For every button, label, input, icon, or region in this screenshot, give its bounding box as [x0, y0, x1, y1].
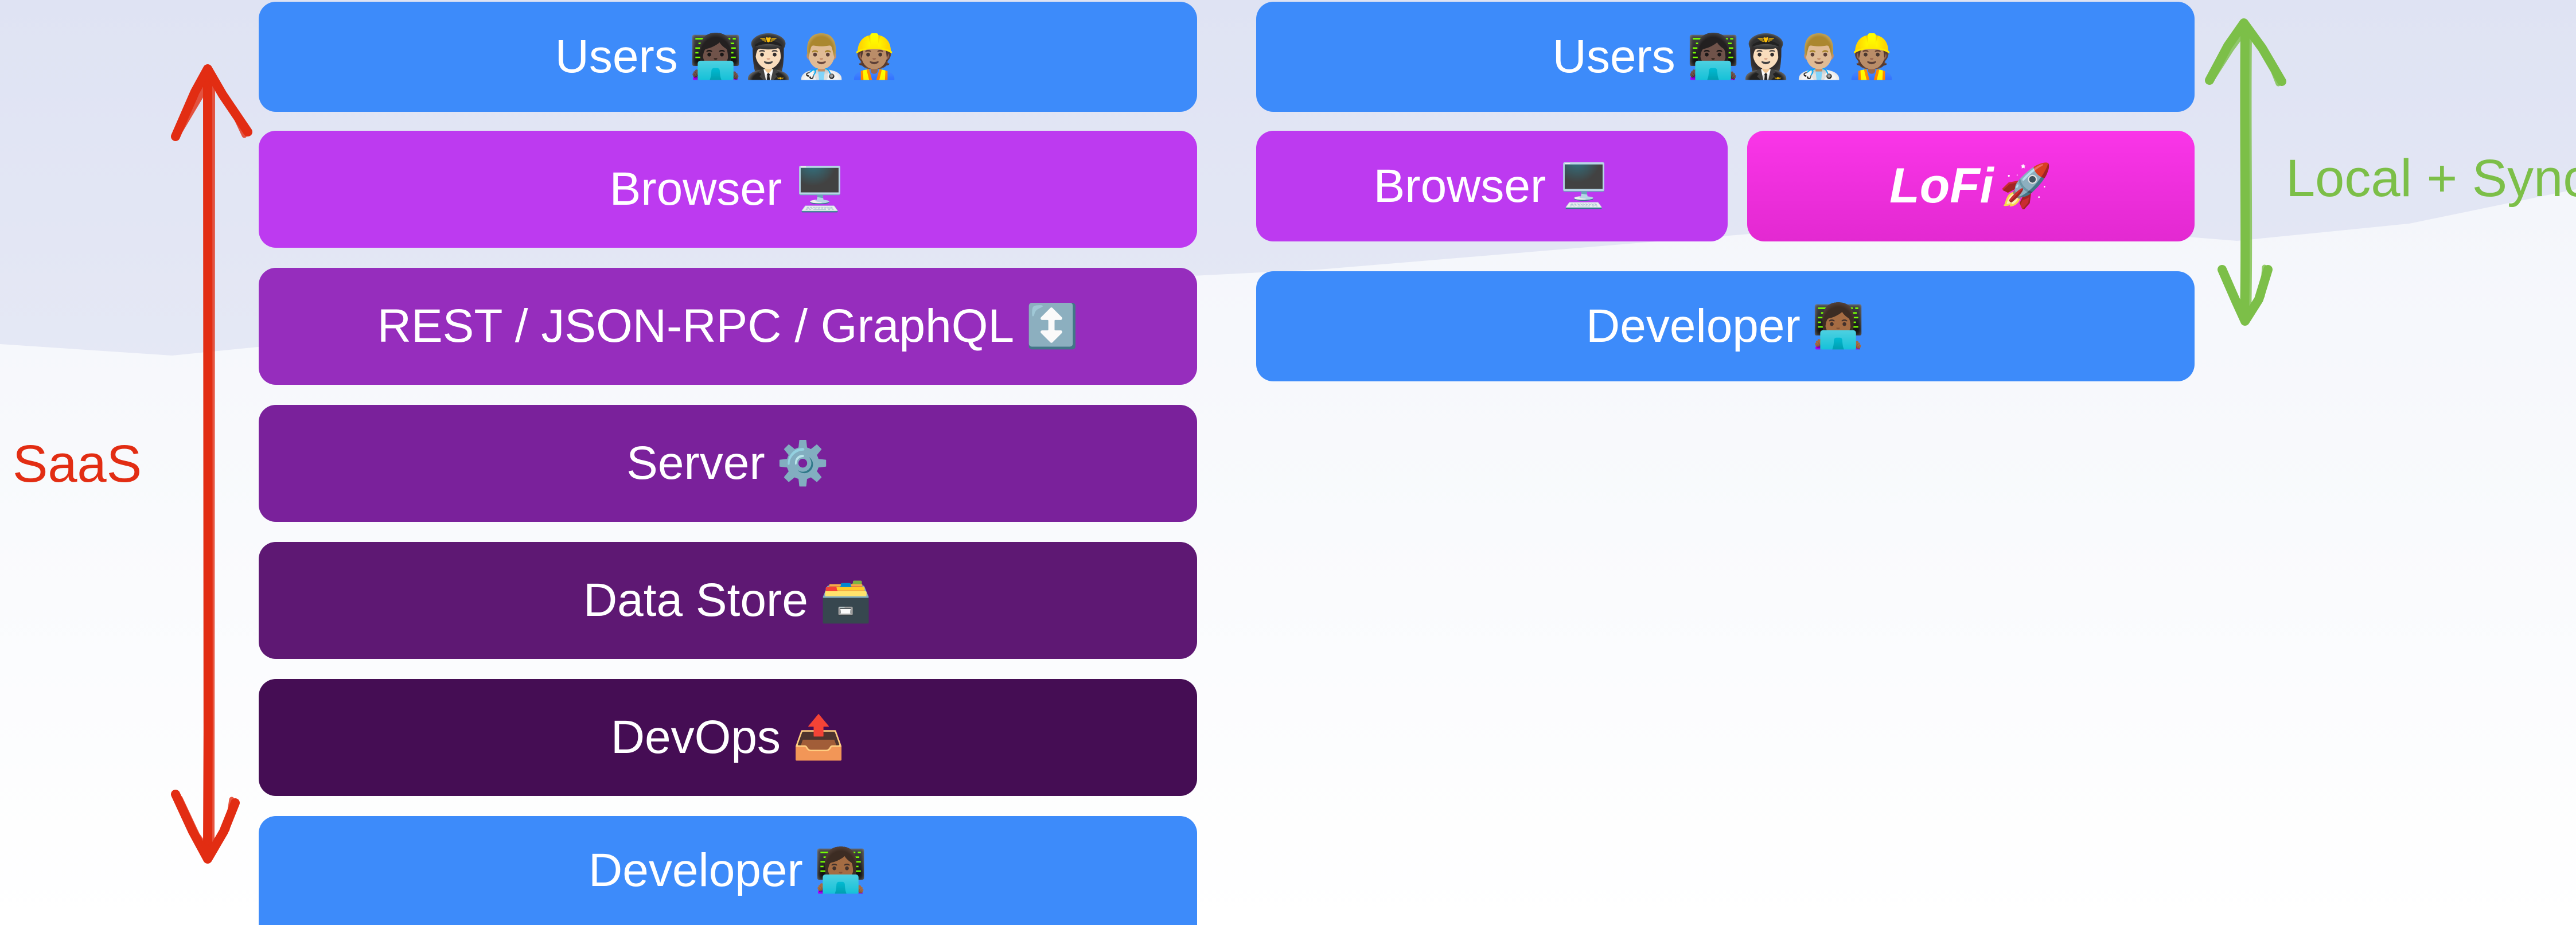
- saas-datastore-label: Data Store: [583, 574, 808, 626]
- lofi-block: LoFi 🚀: [1747, 131, 2195, 241]
- local-sync-label: Local + Sync: [2286, 149, 2576, 208]
- saas-server-block: Server ⚙️: [259, 405, 1197, 522]
- saas-server-label: Server: [626, 437, 765, 489]
- saas-datastore-block: Data Store 🗃️: [259, 542, 1197, 659]
- developer-emoji: 👩🏾‍💻: [1811, 301, 1865, 351]
- developer-emoji: 👩🏾‍💻: [814, 845, 867, 895]
- desktop-computer-emoji: 🖥️: [1557, 161, 1611, 210]
- local-browser-label: Browser: [1373, 159, 1546, 212]
- saas-label: SaaS: [13, 435, 142, 493]
- saas-transport-label: REST / JSON-RPC / GraphQL: [377, 300, 1015, 352]
- users-emoji: 👩🏿‍💻👩🏻‍✈️👨🏼‍⚕️👷🏽: [689, 32, 901, 81]
- gear-emoji: ⚙️: [776, 438, 829, 488]
- saas-transport-block: REST / JSON-RPC / GraphQL ↕️: [259, 268, 1197, 385]
- outbox-tray-emoji: 📤: [792, 712, 845, 762]
- local-users-label: Users: [1552, 30, 1675, 83]
- local-browser-block: Browser 🖥️: [1256, 131, 1728, 241]
- lofi-label: LoFi: [1889, 158, 1994, 213]
- saas-users-block: Users 👩🏿‍💻👩🏻‍✈️👨🏼‍⚕️👷🏽: [259, 2, 1197, 112]
- desktop-computer-emoji: 🖥️: [793, 164, 847, 214]
- local-developer-label: Developer: [1586, 300, 1801, 352]
- rocket-emoji: 🚀: [1999, 161, 2052, 210]
- saas-browser-block: Browser 🖥️: [259, 131, 1197, 248]
- up-down-arrow-emoji: ↕️: [1026, 301, 1079, 351]
- local-users-block: Users 👩🏿‍💻👩🏻‍✈️👨🏼‍⚕️👷🏽: [1256, 2, 2195, 112]
- saas-developer-block: Developer 👩🏾‍💻: [259, 816, 1197, 925]
- users-emoji: 👩🏿‍💻👩🏻‍✈️👨🏼‍⚕️👷🏽: [1686, 32, 1899, 81]
- saas-developer-label: Developer: [589, 844, 803, 896]
- local-developer-block: Developer 👩🏾‍💻: [1256, 271, 2195, 381]
- card-file-box-emoji: 🗃️: [819, 575, 873, 625]
- saas-browser-label: Browser: [609, 163, 782, 215]
- saas-devops-block: DevOps 📤: [259, 679, 1197, 796]
- saas-devops-label: DevOps: [610, 711, 781, 763]
- saas-users-label: Users: [555, 30, 678, 83]
